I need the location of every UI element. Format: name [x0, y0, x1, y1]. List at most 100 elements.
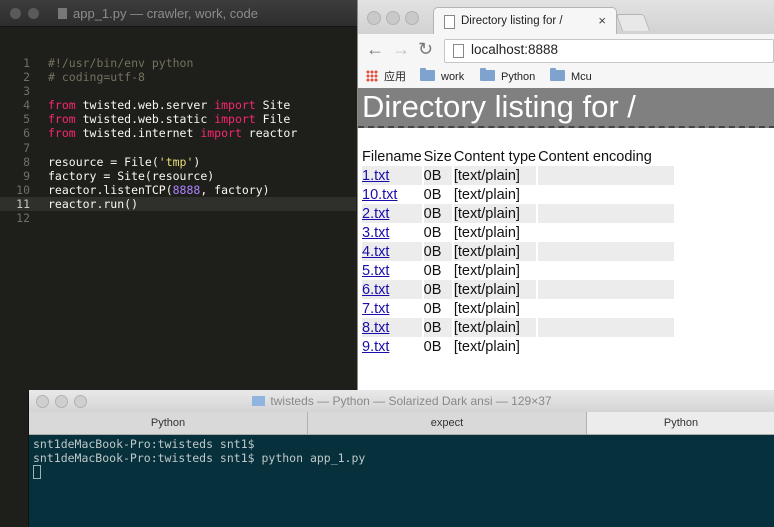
- table-cell: [text/plain]: [453, 318, 537, 337]
- editor-title-text: app_1.py — crawler, work, code: [73, 6, 258, 21]
- code-token: import: [214, 112, 256, 127]
- table-cell: 0B: [423, 242, 452, 261]
- page-icon: [453, 44, 464, 58]
- line-number: 4: [23, 98, 30, 113]
- table-cell: [text/plain]: [454, 261, 536, 280]
- terminal-tabs: Python expect Python: [29, 412, 774, 435]
- bookmark-work[interactable]: work: [420, 68, 464, 85]
- table-cell: [538, 185, 674, 204]
- folder-icon: [420, 68, 435, 81]
- code-token: File: [255, 112, 291, 127]
- page-heading: Directory listing for /: [358, 88, 774, 128]
- line-number: 3: [23, 84, 30, 99]
- file-size: 0B: [423, 281, 442, 298]
- minimize-window-button[interactable]: [28, 8, 39, 19]
- column-header-filename: Filename: [362, 148, 422, 165]
- code-token: from: [48, 98, 76, 113]
- line-number: 1: [23, 56, 30, 70]
- folder-icon: [480, 68, 495, 81]
- code-line: 10 reactor.listenTCP(8888, factory): [0, 183, 356, 197]
- file-link[interactable]: 1.txt: [362, 168, 389, 184]
- forward-arrow-icon[interactable]: →: [392, 39, 410, 60]
- table-cell: [text/plain]: [454, 299, 536, 318]
- table-cell: [text/plain]: [454, 223, 536, 242]
- tab-close-icon[interactable]: ×: [598, 13, 606, 28]
- address-bar[interactable]: localhost:8888: [444, 39, 774, 63]
- tab-title: Directory listing for /: [461, 15, 563, 27]
- table-cell: 0B: [423, 318, 452, 337]
- editor-title: app_1.py — crawler, work, code: [58, 6, 258, 21]
- directory-listing-table: Filename Size Content type Content encod…: [360, 147, 676, 356]
- file-link[interactable]: 6.txt: [362, 282, 389, 298]
- new-tab-button[interactable]: [615, 14, 651, 31]
- code-area[interactable]: 1 #!/usr/bin/env python 2 # coding=utf-8 3 4 f…: [0, 56, 356, 225]
- file-link[interactable]: 7.txt: [362, 301, 389, 317]
- terminal-titlebar: twisteds — Python — Solarized Dark ansi …: [29, 390, 774, 413]
- file-content-type: [text/plain]: [453, 224, 520, 241]
- file-link[interactable]: 5.txt: [362, 263, 389, 279]
- bookmark-apps[interactable]: 应用: [366, 69, 406, 85]
- code-line: 4 from twisted.web.server import Site: [0, 98, 356, 112]
- file-size: 0B: [423, 205, 442, 222]
- terminal-output[interactable]: snt1deMacBook-Pro:twisteds snt1$ snt1deMa…: [33, 437, 365, 480]
- file-link[interactable]: 4.txt: [362, 244, 389, 260]
- table-cell: 8.txt: [362, 318, 422, 337]
- file-content-type: [text/plain]: [453, 186, 520, 203]
- bookmark-label: Mcu: [571, 71, 592, 83]
- table-cell: [538, 166, 675, 185]
- table-row: 5.txt 0B [text/plain]: [362, 261, 674, 280]
- table-cell: 4.txt: [362, 242, 422, 261]
- file-link[interactable]: 2.txt: [362, 206, 389, 222]
- table-cell: [text/plain]: [453, 280, 537, 299]
- terminal-tab-python[interactable]: Python: [29, 412, 308, 434]
- close-window-button[interactable]: [10, 8, 21, 19]
- file-link[interactable]: 3.txt: [362, 225, 389, 241]
- terminal-line: snt1deMacBook-Pro:twisteds snt1$ python …: [33, 451, 366, 465]
- page-icon: [444, 15, 455, 29]
- terminal-cursor: [33, 465, 41, 479]
- bookmark-label: Python: [501, 71, 536, 83]
- table-cell: 6.txt: [362, 280, 422, 299]
- file-content-type: [text/plain]: [453, 167, 520, 184]
- file-link[interactable]: 10.txt: [362, 187, 397, 203]
- close-window-button[interactable]: [367, 11, 381, 25]
- browser-tab[interactable]: Directory listing for / ×: [433, 7, 617, 35]
- reload-icon[interactable]: ↻: [418, 39, 433, 60]
- table-cell: 5.txt: [362, 261, 422, 280]
- table-row: 8.txt 0B [text/plain]: [362, 318, 675, 337]
- code-token: ): [193, 154, 201, 169]
- code-token: factory = Site(resource): [48, 168, 215, 183]
- terminal-line: snt1deMacBook-Pro:twisteds snt1$: [33, 437, 255, 451]
- table-cell: 0B: [423, 204, 452, 223]
- bookmark-python[interactable]: Python: [480, 68, 536, 85]
- table-row: 2.txt 0B [text/plain]: [362, 204, 675, 223]
- table-cell: [538, 223, 674, 242]
- table-cell: [text/plain]: [453, 166, 537, 185]
- code-line: 8 resource = File('tmp'): [0, 155, 356, 169]
- file-link[interactable]: 9.txt: [362, 339, 389, 355]
- file-size: 0B: [423, 262, 442, 279]
- line-number: 7: [23, 140, 30, 155]
- line-number: 10: [16, 182, 30, 197]
- table-row: 10.txt 0B [text/plain]: [362, 185, 674, 204]
- terminal-tab-expect[interactable]: expect: [308, 412, 587, 434]
- zoom-window-button[interactable]: [405, 11, 419, 25]
- code-token: 8888: [172, 182, 201, 197]
- folder-icon: [550, 68, 565, 81]
- terminal-tab-python-active[interactable]: Python: [587, 412, 774, 434]
- code-token: from: [48, 126, 76, 141]
- code-token: twisted.web.static: [75, 112, 215, 127]
- back-arrow-icon[interactable]: ←: [366, 39, 384, 60]
- apps-grid-icon: [366, 70, 378, 82]
- line-number: 9: [23, 168, 30, 183]
- code-token: reactor.run(): [48, 196, 139, 211]
- file-size: 0B: [423, 243, 442, 260]
- table-cell: [538, 261, 674, 280]
- code-token: import: [200, 126, 242, 141]
- bookmark-mcu[interactable]: Mcu: [550, 68, 592, 85]
- table-cell: 0B: [423, 166, 452, 185]
- table-cell: [text/plain]: [454, 185, 536, 204]
- file-link[interactable]: 8.txt: [362, 320, 389, 336]
- minimize-window-button[interactable]: [386, 11, 400, 25]
- table-cell: 10.txt: [362, 185, 422, 204]
